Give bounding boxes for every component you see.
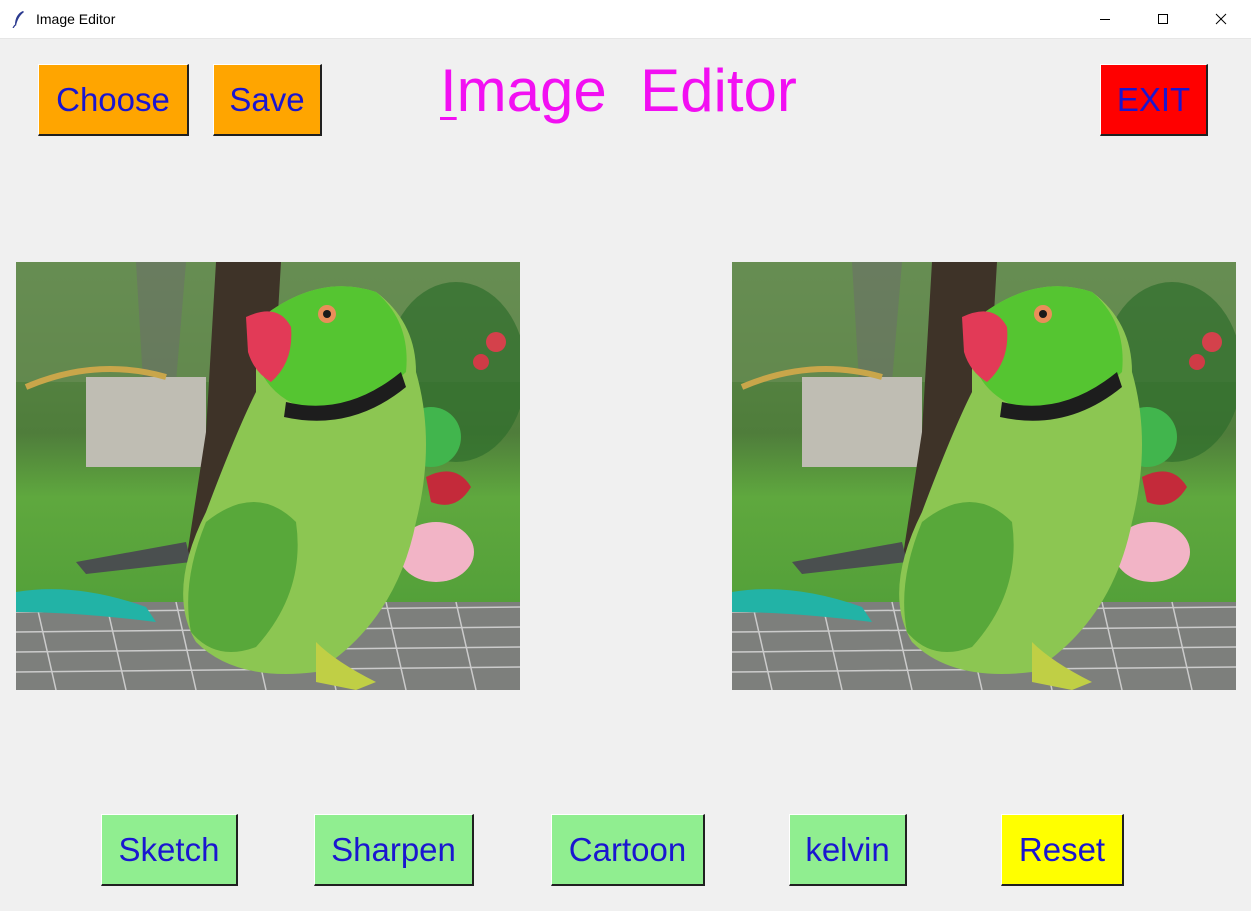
minimize-button[interactable] [1076,0,1134,38]
maximize-button[interactable] [1134,0,1192,38]
close-icon [1215,13,1227,25]
parrot-photo [16,262,520,690]
save-button[interactable]: Save [213,64,322,136]
edited-image [732,262,1236,690]
minimize-icon [1100,19,1110,20]
maximize-icon [1158,14,1168,24]
original-image [16,262,520,690]
title-bar: Image Editor [0,0,1251,39]
close-button[interactable] [1192,0,1250,38]
reset-button[interactable]: Reset [1001,814,1124,886]
sketch-button[interactable]: Sketch [101,814,238,886]
choose-button[interactable]: Choose [38,64,189,136]
window-title: Image Editor [36,11,116,27]
page-title: Image Editor [440,56,797,125]
feather-icon [12,11,24,28]
sharpen-button[interactable]: Sharpen [314,814,474,886]
parrot-photo [732,262,1236,690]
exit-button[interactable]: EXIT [1100,64,1208,136]
cartoon-button[interactable]: Cartoon [551,814,705,886]
page-title-rest: mage Editor [456,57,797,124]
kelvin-button[interactable]: kelvin [789,814,907,886]
page-title-first-letter: I [440,57,457,124]
